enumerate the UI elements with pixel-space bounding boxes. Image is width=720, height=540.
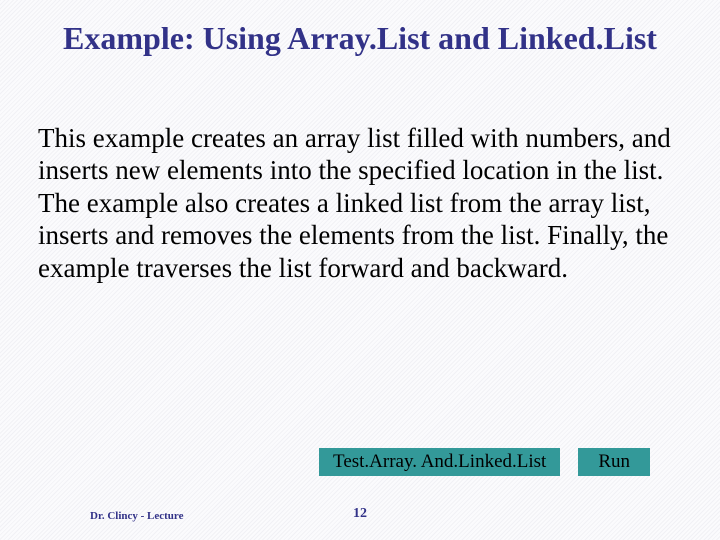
slide: Example: Using Array.List and Linked.Lis… — [0, 0, 720, 540]
run-button[interactable]: Run — [578, 448, 650, 476]
test-arraylist-linkedlist-button[interactable]: Test.Array. And.Linked.List — [319, 448, 560, 476]
slide-title: Example: Using Array.List and Linked.Lis… — [0, 20, 720, 57]
button-row: Test.Array. And.Linked.List Run — [319, 448, 650, 476]
footer-page-number: 12 — [0, 506, 720, 522]
slide-body-text: This example creates an array list fille… — [38, 122, 688, 284]
